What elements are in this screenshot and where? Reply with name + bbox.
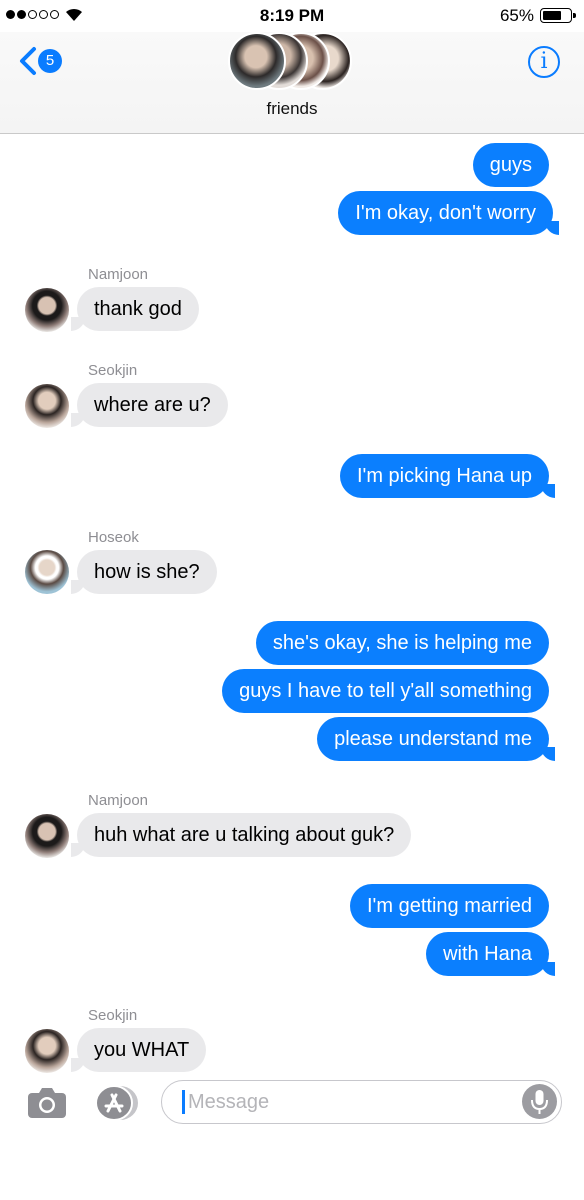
message-list[interactable]: guys I'm okay, don't worry Namjoon thank… (0, 134, 584, 1078)
status-bar: 8:19 PM 65% (0, 0, 584, 32)
incoming-message[interactable]: huh what are u talking about guk? (70, 813, 412, 857)
sender-name: Hoseok (88, 529, 139, 546)
unread-count-badge: 5 (38, 49, 62, 73)
outgoing-message[interactable]: I'm getting married (350, 884, 549, 928)
outgoing-message[interactable]: she's okay, she is helping me (255, 621, 549, 665)
group-avatar-1 (228, 32, 286, 90)
message-placeholder: Message (188, 1091, 270, 1113)
microphone-button[interactable] (522, 1084, 557, 1119)
camera-icon[interactable] (27, 1087, 67, 1119)
avatar-namjoon (25, 288, 69, 332)
outgoing-message[interactable]: with Hana (426, 932, 555, 976)
sender-name: Namjoon (88, 792, 149, 809)
group-name[interactable]: friends (0, 99, 584, 119)
incoming-message[interactable]: where are u? (71, 383, 228, 427)
avatar-seokjin (25, 384, 69, 428)
battery-icon (540, 8, 576, 23)
sender-name: Seokjin (88, 1007, 138, 1024)
incoming-message[interactable]: thank god (71, 287, 199, 331)
info-icon: i (540, 49, 548, 74)
back-chevron-icon (20, 47, 36, 75)
back-button[interactable]: 5 (18, 46, 70, 76)
outgoing-message[interactable]: guys I have to tell y'all something (222, 669, 549, 713)
app-store-icon[interactable] (93, 1085, 139, 1121)
avatar-hoseok (25, 550, 69, 594)
microphone-icon (531, 1090, 548, 1114)
avatar-namjoon (25, 814, 69, 858)
sender-name: Seokjin (88, 362, 138, 379)
outgoing-message[interactable]: guys (472, 143, 549, 187)
message-input[interactable]: Message (161, 1080, 562, 1124)
text-caret (182, 1090, 185, 1114)
battery-percent: 65% (499, 6, 534, 25)
compose-bar: Message (0, 1078, 584, 1130)
outgoing-message[interactable]: please understand me (317, 717, 555, 761)
incoming-message[interactable]: you WHAT (70, 1028, 207, 1072)
incoming-message[interactable]: how is she? (71, 550, 217, 594)
info-button[interactable]: i (528, 46, 560, 78)
group-avatars[interactable] (228, 32, 358, 90)
outgoing-message[interactable]: I'm okay, don't worry (338, 191, 559, 235)
sender-name: Namjoon (88, 266, 149, 283)
bottom-area (0, 1130, 584, 1200)
avatar-seokjin (25, 1029, 69, 1073)
conversation-header: 5 friends i (0, 32, 584, 134)
outgoing-message[interactable]: I'm picking Hana up (339, 454, 556, 498)
status-time: 8:19 PM (259, 6, 325, 25)
